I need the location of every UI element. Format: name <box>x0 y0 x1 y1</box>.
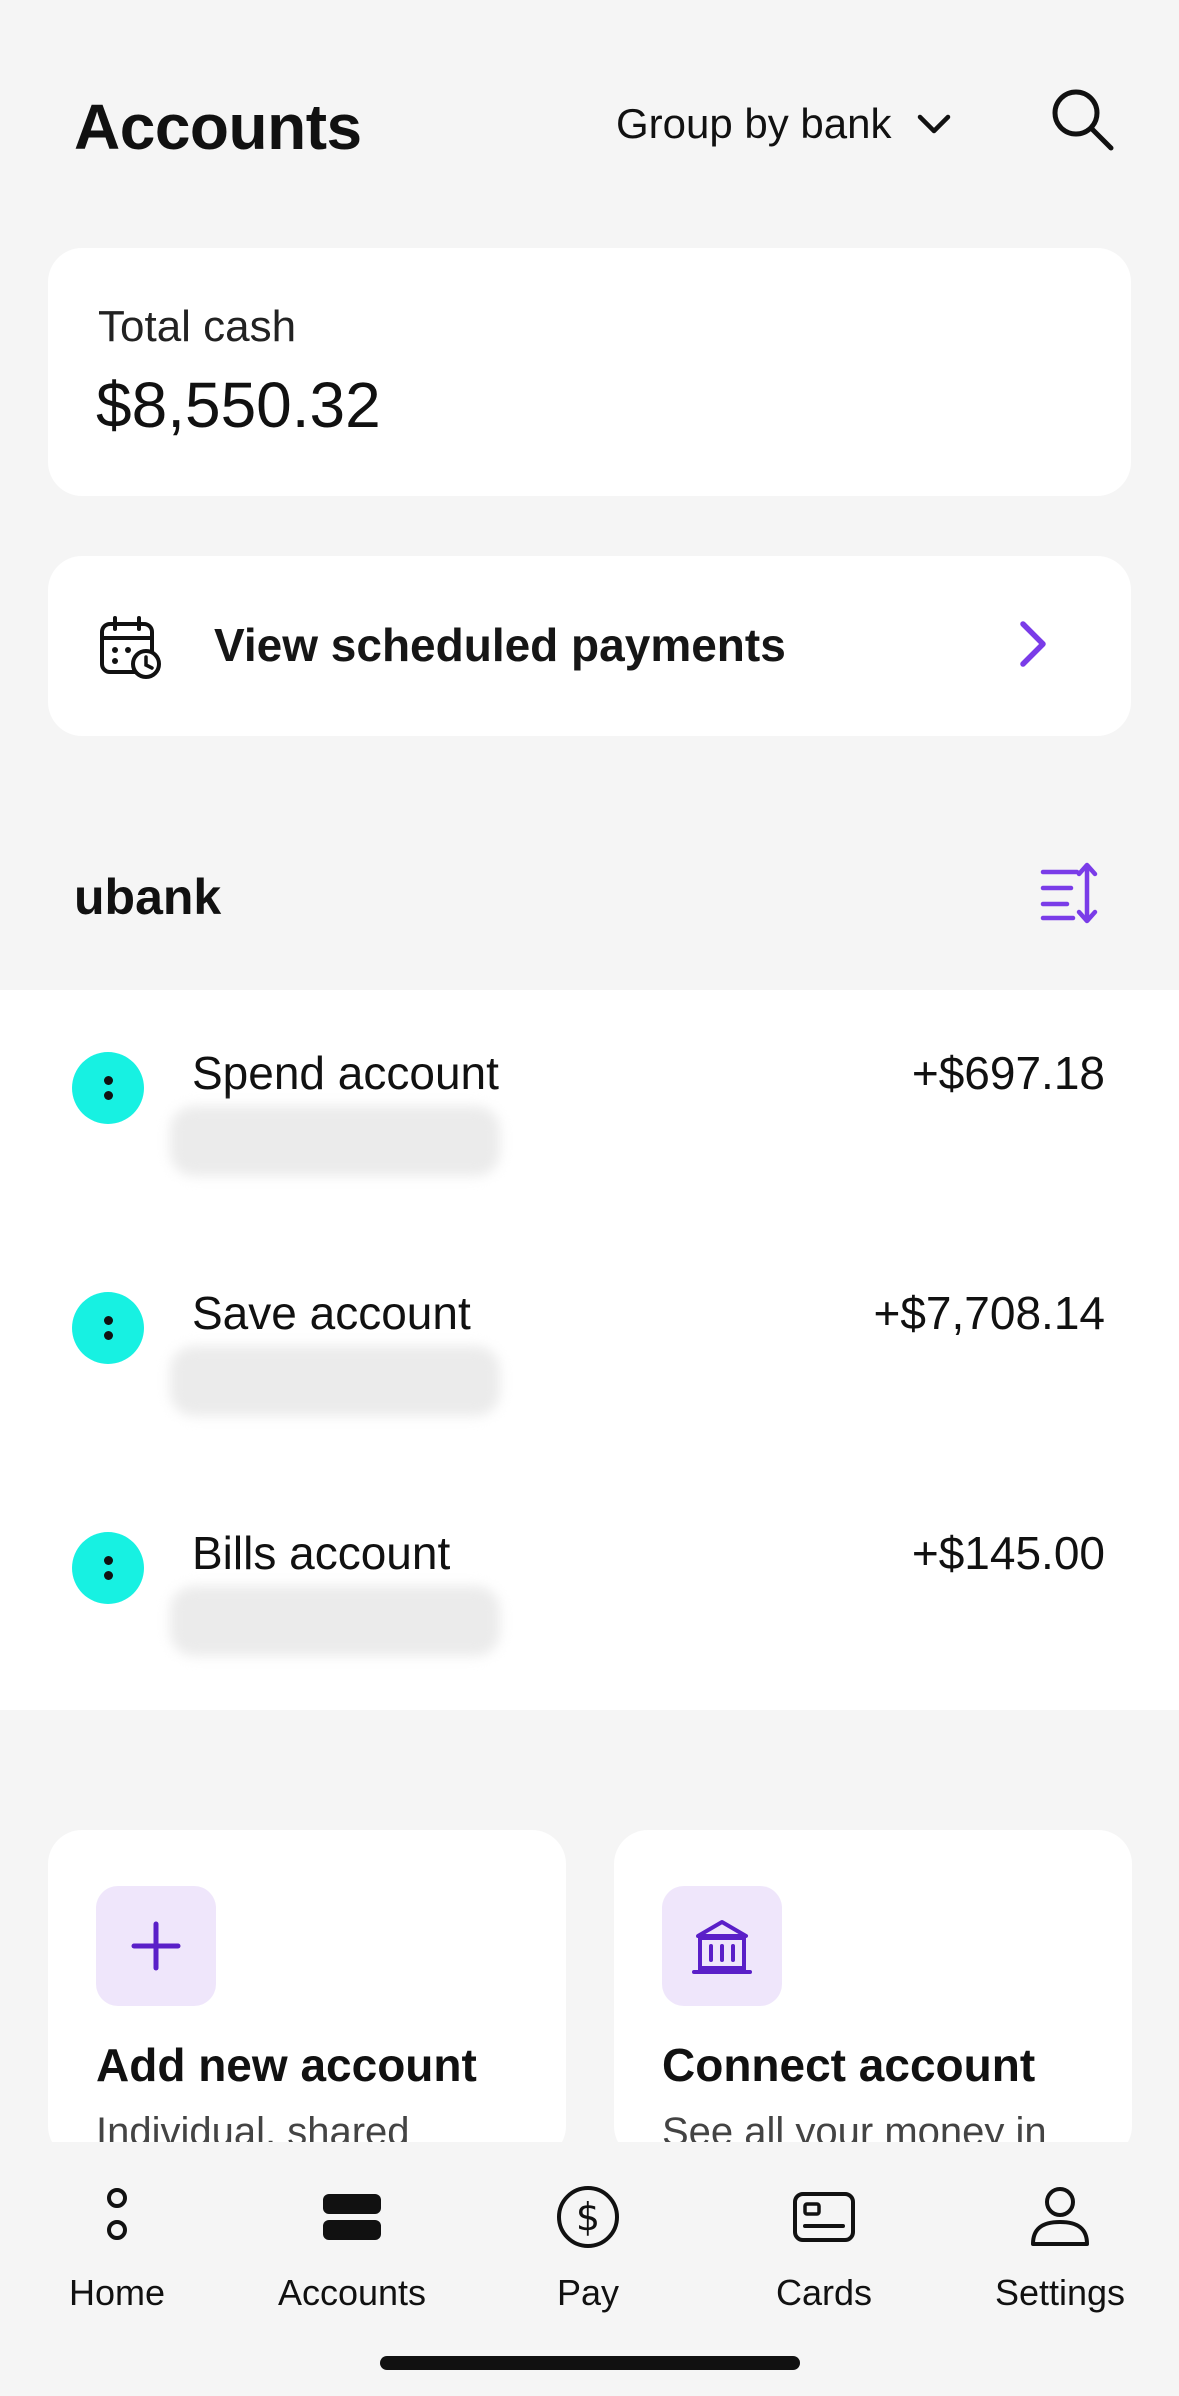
search-icon[interactable] <box>1045 82 1119 156</box>
account-row-spend[interactable]: Spend account +$697.18 <box>0 990 1179 1210</box>
accounts-screen: Accounts Group by bank Total cash $8,550… <box>0 0 1179 2396</box>
bank-icon <box>692 1920 752 1974</box>
chevron-right-icon <box>1020 621 1046 667</box>
total-cash-label: Total cash <box>98 302 297 351</box>
connect-icon-box <box>662 1886 782 2006</box>
group-by-label: Group by bank <box>616 100 892 147</box>
add-new-account-button[interactable]: Add new account Individual, shared <box>48 1830 566 2160</box>
sort-icon[interactable] <box>1037 858 1107 928</box>
bank-name: ubank <box>74 869 222 925</box>
nav-accounts[interactable]: Accounts <box>252 2182 452 2342</box>
nav-pay-label: Pay <box>556 2272 620 2313</box>
nav-pay[interactable]: $ Pay <box>488 2182 688 2342</box>
account-number-redacted <box>170 1106 500 1176</box>
view-scheduled-payments-button[interactable]: View scheduled payments <box>48 556 1131 736</box>
account-menu-icon[interactable] <box>72 1532 144 1604</box>
account-number-redacted <box>170 1586 500 1656</box>
account-number-redacted <box>170 1346 500 1416</box>
dollar-icon: $ <box>557 2186 619 2248</box>
page-title: Accounts <box>74 91 362 163</box>
nav-home[interactable]: Home <box>17 2182 217 2342</box>
account-balance: +$697.18 <box>911 1047 1105 1099</box>
person-icon <box>1031 2187 1089 2246</box>
svg-text:$: $ <box>576 2195 600 2239</box>
home-icon <box>107 2188 127 2240</box>
nav-settings[interactable]: Settings <box>960 2182 1160 2342</box>
connect-account-title: Connect account <box>662 2039 1036 2091</box>
nav-settings-label: Settings <box>994 2272 1126 2313</box>
account-balance: +$145.00 <box>911 1527 1105 1579</box>
calendar-clock-icon <box>100 616 161 679</box>
connect-account-button[interactable]: Connect account See all your money in <box>614 1830 1132 2160</box>
add-new-account-title: Add new account <box>96 2039 477 2091</box>
nav-accounts-label: Accounts <box>277 2272 427 2313</box>
nav-cards-label: Cards <box>775 2272 873 2313</box>
plus-icon <box>131 1921 181 1971</box>
accounts-list: Spend account +$697.18 Save account +$7,… <box>0 990 1179 1710</box>
account-row-bills[interactable]: Bills account +$145.00 <box>0 1470 1179 1690</box>
total-cash-card: Total cash $8,550.32 <box>48 248 1131 496</box>
accounts-icon <box>323 2194 381 2240</box>
account-row-save[interactable]: Save account +$7,708.14 <box>0 1230 1179 1450</box>
account-name: Spend account <box>192 1047 499 1099</box>
nav-cards[interactable]: Cards <box>724 2182 924 2342</box>
nav-home-label: Home <box>68 2272 166 2313</box>
account-name: Bills account <box>192 1527 451 1579</box>
account-menu-icon[interactable] <box>72 1052 144 1124</box>
header: Accounts Group by bank <box>74 80 1119 180</box>
add-icon-box <box>96 1886 216 2006</box>
account-balance: +$7,708.14 <box>873 1287 1105 1339</box>
account-menu-icon[interactable] <box>72 1292 144 1364</box>
home-indicator <box>380 2356 800 2370</box>
total-cash-value: $8,550.32 <box>96 369 381 441</box>
chevron-down-icon <box>917 114 950 134</box>
card-icon <box>793 2192 855 2242</box>
group-by-dropdown[interactable]: Group by bank <box>616 100 954 148</box>
scheduled-payments-label: View scheduled payments <box>214 619 786 671</box>
account-name: Save account <box>192 1287 471 1339</box>
